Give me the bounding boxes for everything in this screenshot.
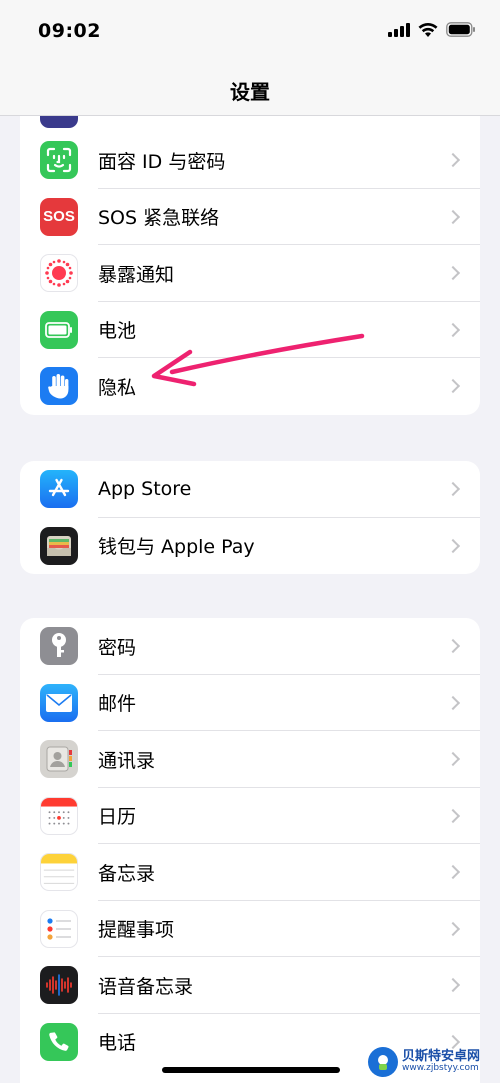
- watermark-logo-icon: [368, 1047, 398, 1077]
- wifi-icon: [418, 22, 438, 41]
- navigation-bar: 设置: [0, 64, 500, 116]
- cellular-signal-icon: [388, 22, 410, 41]
- home-indicator[interactable]: [162, 1067, 340, 1073]
- settings-list: 面容 ID 与密码 SOS SOS 紧急联络 暴露通知 电池 隐私 App St…: [0, 0, 500, 1083]
- status-icons: [388, 22, 476, 41]
- status-time: 09:02: [38, 20, 101, 42]
- watermark-url: www.zjbstyy.com: [402, 1063, 479, 1074]
- page-title: 设置: [230, 80, 270, 104]
- annotation-arrow: [151, 333, 365, 387]
- watermark-name: 贝斯特安卓网: [402, 1048, 481, 1064]
- battery-status-icon: [446, 22, 476, 41]
- status-bar: 09:02: [0, 0, 500, 64]
- watermark: 贝斯特安卓网 www.zjbstyy.com: [368, 1044, 496, 1080]
